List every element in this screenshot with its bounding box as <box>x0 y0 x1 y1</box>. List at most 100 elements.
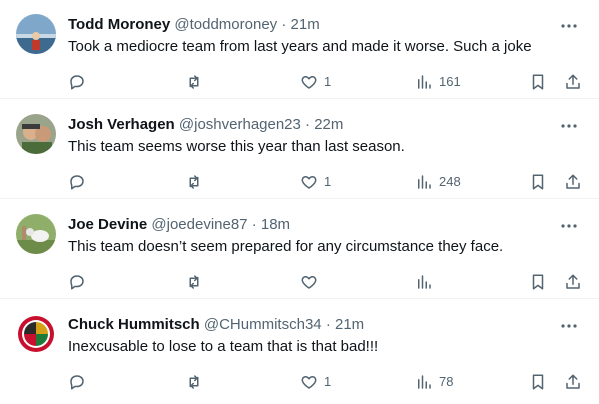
share-button[interactable] <box>564 71 582 93</box>
tweet-header: Chuck Hummitsch @CHummitsch34 · 21m <box>68 315 539 335</box>
tweet-item[interactable]: Josh Verhagen @joshverhagen23 · 22m This… <box>0 100 599 199</box>
bookmark-icon <box>532 374 544 390</box>
separator: · <box>325 316 331 333</box>
separator: · <box>305 116 311 133</box>
bookmark-icon <box>532 74 544 90</box>
like-count: 1 <box>324 374 332 389</box>
avatar-image <box>16 114 56 154</box>
more-options-button[interactable] <box>557 114 581 138</box>
more-options-button[interactable] <box>557 14 581 38</box>
tweet-item[interactable]: Joe Devine @joedevine87 · 18m This team … <box>0 200 599 299</box>
bookmark-icon <box>532 174 544 190</box>
tweet-text: This team doesn’t seem prepared for any … <box>68 238 504 255</box>
tweet-text: Inexcusable to lose to a team that is th… <box>68 338 379 355</box>
display-name[interactable]: Chuck Hummitsch <box>68 316 200 333</box>
more-icon <box>561 24 577 28</box>
view-count: 78 <box>439 374 454 389</box>
like-button[interactable]: 1 <box>300 371 331 393</box>
more-icon <box>561 324 577 328</box>
share-icon <box>566 374 580 389</box>
analytics-icon <box>418 375 431 389</box>
display-name[interactable]: Todd Moroney <box>68 16 170 33</box>
avatar-image <box>16 14 56 54</box>
share-button[interactable] <box>564 271 582 293</box>
avatar-image <box>16 314 56 354</box>
views-button[interactable] <box>415 271 439 293</box>
avatar[interactable] <box>16 314 56 354</box>
bookmark-button[interactable] <box>529 171 547 193</box>
avatar[interactable] <box>16 214 56 254</box>
retweet-button[interactable] <box>185 271 203 293</box>
more-icon <box>561 224 577 228</box>
analytics-icon <box>418 75 431 89</box>
retweet-button[interactable] <box>185 171 203 193</box>
retweet-icon <box>189 375 199 389</box>
reply-button[interactable] <box>68 271 86 293</box>
reply-icon <box>70 75 84 90</box>
more-options-button[interactable] <box>557 214 581 238</box>
tweet-header: Josh Verhagen @joshverhagen23 · 22m <box>68 115 539 135</box>
tweet-item[interactable]: Todd Moroney @toddmoroney · 21m Took a m… <box>0 0 599 99</box>
reply-button[interactable] <box>68 171 86 193</box>
reply-icon <box>70 375 84 390</box>
views-button[interactable]: 78 <box>415 371 453 393</box>
like-button[interactable] <box>300 271 324 293</box>
avatar[interactable] <box>16 114 56 154</box>
share-icon <box>566 174 580 189</box>
tweet-text: This team seems worse this year than las… <box>68 138 405 155</box>
reply-button[interactable] <box>68 371 86 393</box>
separator: · <box>281 16 287 33</box>
more-icon <box>561 124 577 128</box>
views-button[interactable]: 248 <box>415 171 461 193</box>
like-count: 1 <box>324 74 332 89</box>
retweet-icon <box>189 275 199 289</box>
timestamp[interactable]: 22m <box>314 116 343 133</box>
view-count: 161 <box>439 74 461 89</box>
reply-button[interactable] <box>68 71 86 93</box>
action-bar: 1 161 <box>0 71 599 93</box>
heart-icon <box>301 276 317 289</box>
analytics-icon <box>418 275 431 289</box>
timestamp[interactable]: 18m <box>261 216 290 233</box>
share-icon <box>566 274 580 289</box>
display-name[interactable]: Joe Devine <box>68 216 147 233</box>
bookmark-button[interactable] <box>529 71 547 93</box>
user-handle[interactable]: @joshverhagen23 <box>179 116 301 133</box>
like-count: 1 <box>324 174 332 189</box>
retweet-button[interactable] <box>185 371 203 393</box>
heart-icon <box>301 76 317 89</box>
user-handle[interactable]: @joedevine87 <box>151 216 247 233</box>
like-button[interactable]: 1 <box>300 171 331 193</box>
views-button[interactable]: 161 <box>415 71 461 93</box>
action-bar: 1 248 <box>0 171 599 193</box>
timestamp[interactable]: 21m <box>335 316 364 333</box>
bookmark-button[interactable] <box>529 371 547 393</box>
user-handle[interactable]: @CHummitsch34 <box>204 316 322 333</box>
bookmark-button[interactable] <box>529 271 547 293</box>
retweet-icon <box>189 175 199 189</box>
view-count: 248 <box>439 174 461 189</box>
tweet-feed: Todd Moroney @toddmoroney · 21m Took a m… <box>0 0 599 404</box>
bookmark-icon <box>532 274 544 290</box>
action-bar: 1 78 <box>0 371 599 393</box>
reply-icon <box>70 175 84 190</box>
retweet-button[interactable] <box>185 71 203 93</box>
like-button[interactable]: 1 <box>300 71 331 93</box>
share-button[interactable] <box>564 171 582 193</box>
tweet-item[interactable]: Chuck Hummitsch @CHummitsch34 · 21m Inex… <box>0 300 599 404</box>
avatar-image <box>16 214 56 254</box>
user-handle[interactable]: @toddmoroney <box>174 16 277 33</box>
tweet-header: Joe Devine @joedevine87 · 18m <box>68 215 539 235</box>
heart-icon <box>301 176 317 189</box>
heart-icon <box>301 376 317 389</box>
reply-icon <box>70 275 84 290</box>
more-options-button[interactable] <box>557 314 581 338</box>
retweet-icon <box>189 75 199 89</box>
share-button[interactable] <box>564 371 582 393</box>
action-bar <box>0 271 599 293</box>
tweet-text: Took a mediocre team from last years and… <box>68 38 532 55</box>
avatar[interactable] <box>16 14 56 54</box>
timestamp[interactable]: 21m <box>291 16 320 33</box>
display-name[interactable]: Josh Verhagen <box>68 116 175 133</box>
share-icon <box>566 74 580 89</box>
